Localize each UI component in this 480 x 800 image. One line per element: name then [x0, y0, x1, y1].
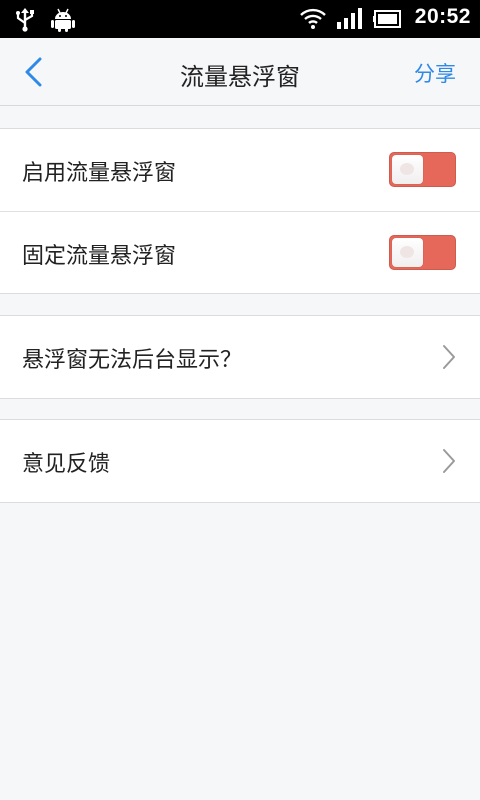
setting-row-enable-float[interactable]: 启用流量悬浮窗	[0, 129, 480, 211]
feedback-row[interactable]: 意见反馈	[0, 420, 480, 502]
battery-icon	[373, 10, 403, 32]
chevron-right-icon	[443, 449, 455, 473]
toggle-knob	[392, 155, 423, 184]
setting-label-enable-float: 启用流量悬浮窗	[22, 161, 177, 186]
page-title: 流量悬浮窗	[180, 63, 300, 91]
usb-icon	[14, 8, 36, 36]
chevron-right-icon	[443, 345, 455, 369]
help-group: 悬浮窗无法后台显示？	[0, 315, 480, 399]
setting-row-fix-float[interactable]: 固定流量悬浮窗	[0, 211, 480, 293]
share-button[interactable]: 分享	[414, 58, 456, 88]
feedback-label: 意见反馈	[22, 452, 111, 477]
setting-label-fix-float: 固定流量悬浮窗	[22, 244, 177, 269]
toggle-knob	[392, 238, 423, 267]
signal-icon	[336, 8, 364, 34]
status-bar: 20:52	[0, 0, 480, 38]
status-time: 20:52	[414, 5, 471, 28]
fix-float-toggle[interactable]	[389, 235, 456, 270]
android-icon	[51, 8, 75, 36]
help-label: 悬浮窗无法后台显示？	[22, 348, 243, 373]
feedback-group: 意见反馈	[0, 419, 480, 503]
title-bar: 流量悬浮窗 分享	[0, 38, 480, 106]
wifi-icon	[299, 6, 327, 34]
enable-float-toggle[interactable]	[389, 152, 456, 187]
help-row[interactable]: 悬浮窗无法后台显示？	[0, 316, 480, 398]
toggle-settings-group: 启用流量悬浮窗 固定流量悬浮窗	[0, 128, 480, 294]
